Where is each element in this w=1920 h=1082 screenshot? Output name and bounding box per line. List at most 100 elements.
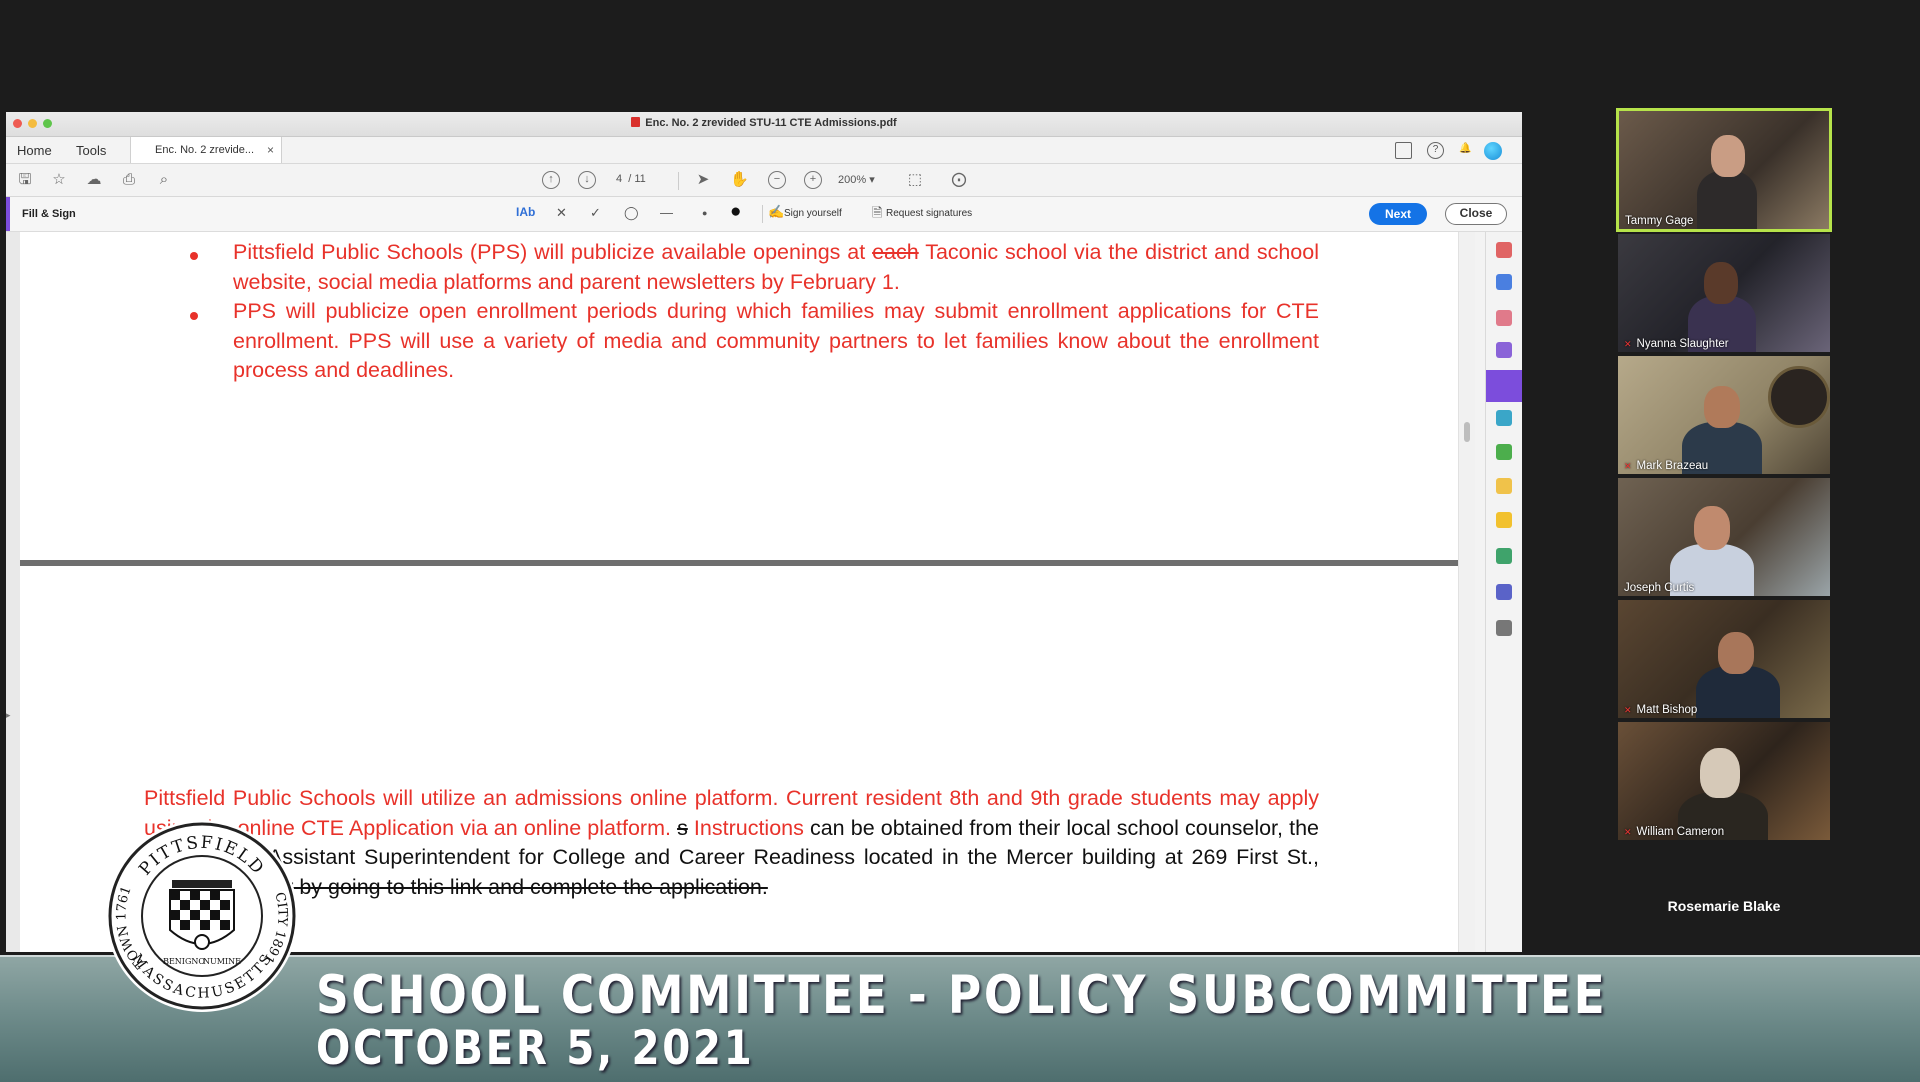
dot-tool-icon[interactable]: ●	[702, 208, 707, 218]
seal-motto-2: NUMINE	[203, 957, 241, 966]
document-tab[interactable]: Enc. No. 2 zrevide... ×	[130, 137, 282, 163]
page-number-field[interactable]: 4 / 11	[616, 173, 646, 185]
menu-home[interactable]: Home	[17, 143, 52, 158]
bullet1-text-a: Pittsfield Public Schools (PPS) will pub…	[233, 240, 873, 264]
document-request-icon[interactable]: 🗎	[872, 204, 882, 226]
scan-ocr-icon[interactable]	[1496, 410, 1512, 426]
search-icon[interactable]: ⌕	[155, 171, 173, 189]
scroll-mode-icon[interactable]: ⨀	[950, 171, 968, 189]
previous-page-icon[interactable]: ↑	[542, 171, 560, 189]
document-tab-label: Enc. No. 2 zrevide...	[155, 144, 255, 156]
sign-yourself-button[interactable]: Sign yourself	[784, 208, 842, 219]
next-page-icon[interactable]: ↓	[578, 171, 596, 189]
participant-name: William Cameron	[1624, 826, 1725, 838]
struck-link-text: or by going to this link and complete th…	[274, 874, 768, 899]
participant-figure	[1711, 135, 1745, 177]
participant-figure	[1704, 262, 1738, 304]
video-tile-joseph-curtis[interactable]: Joseph Curtis	[1618, 478, 1830, 596]
video-tile-tammy-gage[interactable]: Tammy Gage	[1616, 108, 1832, 232]
comment-icon[interactable]	[1496, 512, 1512, 528]
profile-avatar[interactable]	[1484, 142, 1502, 160]
color-picker-icon[interactable]: ●	[730, 201, 741, 223]
video-tile-mark-brazeau[interactable]: Mark Brazeau	[1618, 356, 1830, 474]
fill-sign-divider	[762, 205, 763, 223]
bullet-item-enrollment: PPS will publicize open enrollment perio…	[233, 299, 1319, 382]
tools-rail	[1485, 232, 1522, 952]
main-toolbar: 🖫 ☆ ☁ ⎙ ⌕ ↑ ↓ 4 / 11 ➤ ✋ − + 200% ▾ ⬚ ⨀	[6, 164, 1522, 197]
combine-files-icon[interactable]	[1496, 478, 1512, 494]
participant-name: Tammy Gage	[1625, 215, 1694, 227]
para-red-text-2: Instructions	[687, 815, 804, 840]
select-cursor-icon[interactable]: ➤	[694, 171, 712, 189]
participant-name: Matt Bishop	[1624, 704, 1698, 716]
bullet-icon	[190, 312, 198, 320]
left-panel-toggle-icon[interactable]: ▸	[6, 710, 16, 721]
bell-icon[interactable]: 🔔	[1457, 142, 1474, 159]
video-tile-william-cameron[interactable]: William Cameron	[1618, 722, 1830, 840]
protect-shield-icon[interactable]	[1496, 584, 1512, 600]
participant-figure	[1700, 748, 1740, 798]
city-seal-logo: PITTSFIELD MASSACHUSETTS TOWN 1761 CITY …	[106, 820, 298, 1012]
pdf-file-icon	[631, 117, 641, 127]
vertical-scrollbar[interactable]	[1458, 232, 1475, 952]
participant-figure	[1704, 386, 1740, 428]
create-pdf-icon[interactable]	[1496, 342, 1512, 358]
fill-sign-toolbar: Fill & Sign IAb ✕ ✓ ◯ — ● ● ✍ Sign yours…	[6, 197, 1522, 232]
admissions-paragraph: Pittsfield Public Schools will utilize a…	[144, 784, 1319, 902]
next-button[interactable]: Next	[1369, 203, 1427, 225]
close-button[interactable]: Close	[1445, 203, 1507, 225]
participant-figure	[1694, 506, 1730, 550]
struck-letter: s	[677, 815, 688, 840]
meeting-date: OCTOBER 5, 2021	[316, 1021, 755, 1076]
circle-tool-icon[interactable]: ◯	[624, 205, 639, 221]
print-icon[interactable]: ⎙	[120, 171, 138, 189]
menu-bar: Home Tools Enc. No. 2 zrevide... × ? 🔔	[6, 137, 1522, 164]
more-tools-icon[interactable]	[1496, 620, 1512, 636]
bullet-item-openings: Pittsfield Public Schools (PPS) will pub…	[233, 238, 1319, 297]
struck-word: each	[872, 240, 919, 264]
pen-icon[interactable]: ✍	[768, 204, 784, 220]
zoom-value[interactable]: 200%	[838, 174, 866, 186]
title-bar: Enc. No. 2 zrevided STU-11 CTE Admission…	[6, 112, 1522, 137]
seal-motto-1: BENIGNO	[163, 957, 205, 966]
compare-icon[interactable]	[1496, 444, 1512, 460]
star-icon[interactable]: ☆	[50, 171, 68, 189]
export-pdf-icon[interactable]	[1496, 242, 1512, 258]
fill-sign-accent	[6, 197, 10, 231]
participant-name: Mark Brazeau	[1624, 460, 1709, 472]
participant-no-video-rosemarie-blake[interactable]: Rosemarie Blake	[1618, 858, 1830, 954]
line-tool-icon[interactable]: —	[660, 205, 673, 220]
check-mark-icon[interactable]: ✓	[590, 205, 601, 221]
window-title: Enc. No. 2 zrevided STU-11 CTE Admission…	[6, 117, 1522, 129]
print-production-icon[interactable]	[1496, 548, 1512, 564]
help-icon[interactable]: ?	[1427, 142, 1444, 159]
request-signatures-button[interactable]: Request signatures	[886, 208, 972, 219]
cross-mark-icon[interactable]: ✕	[556, 205, 567, 221]
share-screen-icon[interactable]	[1395, 142, 1412, 159]
save-icon[interactable]: 🖫	[16, 171, 34, 189]
scroll-thumb[interactable]	[1464, 422, 1470, 442]
window-title-text: Enc. No. 2 zrevided STU-11 CTE Admission…	[645, 117, 897, 129]
meeting-title: SCHOOL COMMITTEE - POLICY SUBCOMMITTEE	[316, 965, 1608, 1026]
zoom-out-icon[interactable]: −	[768, 171, 786, 189]
page-current[interactable]: 4	[616, 173, 622, 185]
participant-name: Nyanna Slaughter	[1624, 338, 1729, 350]
organize-pages-icon[interactable]	[1496, 310, 1512, 326]
participant-figure	[1697, 171, 1757, 229]
edit-pdf-icon[interactable]	[1496, 274, 1512, 290]
fill-sign-tool-icon[interactable]	[1486, 370, 1522, 402]
video-tile-nyanna-slaughter[interactable]: Nyanna Slaughter	[1618, 234, 1830, 352]
fill-sign-label: Fill & Sign	[22, 208, 76, 220]
pdf-page: Pittsfield Public Schools (PPS) will pub…	[20, 232, 1474, 560]
hand-tool-icon[interactable]: ✋	[730, 171, 749, 189]
fit-page-icon[interactable]: ⬚	[906, 171, 924, 189]
zoom-level-field[interactable]: 200% ▾	[838, 173, 875, 186]
wall-clock-icon	[1768, 366, 1830, 428]
video-tile-matt-bishop[interactable]: Matt Bishop	[1618, 600, 1830, 718]
tab-close-icon[interactable]: ×	[267, 143, 274, 157]
upload-cloud-icon[interactable]: ☁	[85, 171, 103, 189]
participant-figure	[1718, 632, 1754, 674]
add-text-tool[interactable]: IAb	[516, 205, 535, 219]
menu-tools[interactable]: Tools	[76, 143, 106, 158]
zoom-in-icon[interactable]: +	[804, 171, 822, 189]
